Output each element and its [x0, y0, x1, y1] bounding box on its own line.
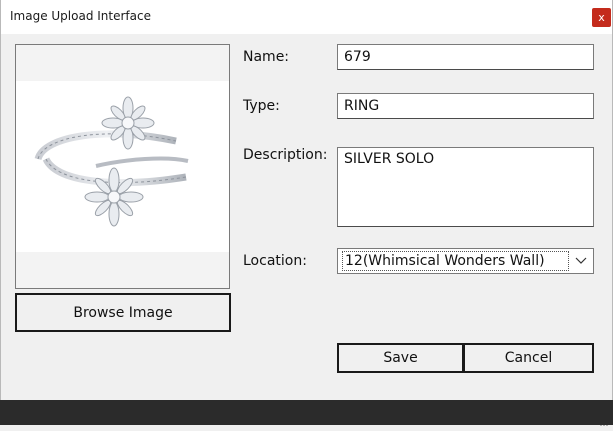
name-value: 679: [344, 49, 371, 65]
taskbar: [0, 400, 613, 425]
location-value: 12(Whimsical Wonders Wall): [342, 251, 569, 271]
description-value: SILVER SOLO: [344, 151, 435, 167]
description-label: Description:: [243, 147, 328, 163]
type-value: RING: [344, 98, 380, 114]
type-field[interactable]: RING: [337, 93, 594, 119]
name-label: Name:: [243, 49, 290, 65]
browse-image-button[interactable]: Browse Image: [15, 293, 231, 332]
close-icon: x: [598, 11, 605, 24]
chevron-down-icon[interactable]: [573, 254, 589, 268]
ring-image: [34, 96, 189, 227]
location-label: Location:: [243, 253, 307, 269]
save-button[interactable]: Save: [337, 343, 464, 373]
image-upload-window: Image Upload Interface x Browse Image Na…: [0, 0, 613, 426]
title-bar: Image Upload Interface x: [1, 0, 612, 34]
close-button[interactable]: x: [592, 8, 611, 27]
type-label: Type:: [243, 98, 280, 114]
window-title: Image Upload Interface: [10, 9, 151, 23]
description-field[interactable]: SILVER SOLO: [337, 147, 594, 227]
cancel-button[interactable]: Cancel: [463, 343, 594, 373]
location-dropdown[interactable]: 12(Whimsical Wonders Wall): [337, 248, 594, 274]
image-preview: [16, 81, 229, 252]
image-preview-frame: [15, 44, 230, 289]
name-field[interactable]: 679: [337, 44, 594, 70]
